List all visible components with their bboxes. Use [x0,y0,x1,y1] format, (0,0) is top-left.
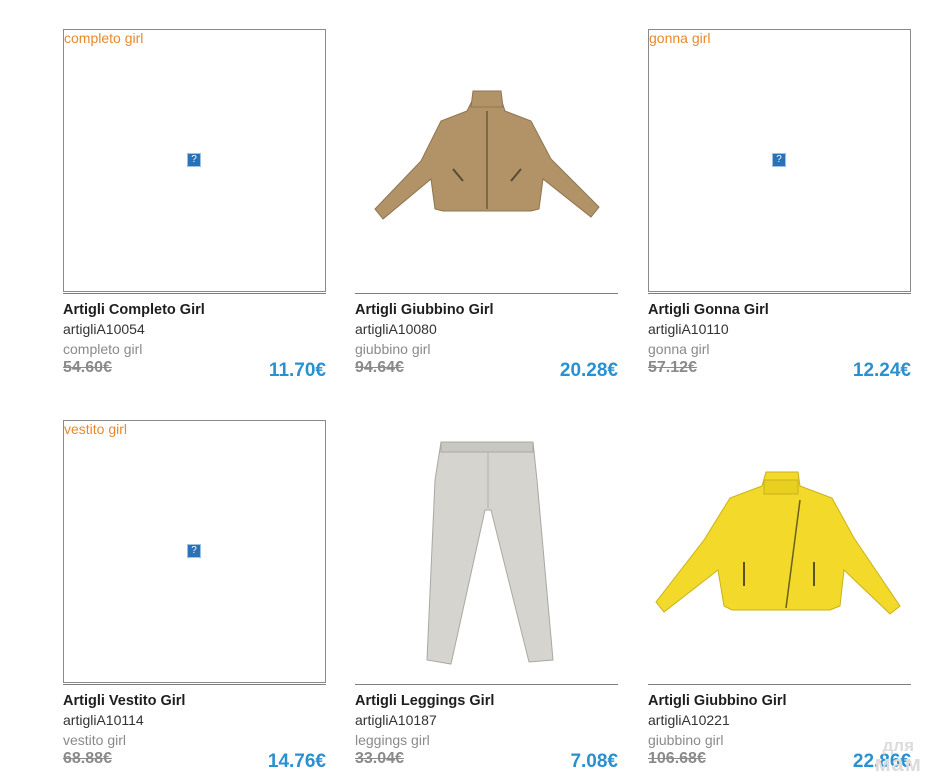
sale-price: 14.76€ [267,751,326,772]
product-title[interactable]: Artigli Giubbino Girl [355,301,618,319]
product-title[interactable]: Artigli Giubbino Girl [648,692,911,710]
product-category: gonna girl [648,341,710,357]
product-category: giubbino girl [648,732,724,748]
product-code: artigliA10114 [63,712,144,728]
image-alt-text: vestito girl [64,421,128,437]
yellow-jacket-image [655,471,901,615]
product-code: artigliA10187 [355,712,437,728]
product-card[interactable]: gonna girl ? Artigli Gonna Girl artigliA… [648,29,911,383]
card-divider [63,684,326,685]
product-code: artigliA10080 [355,321,437,337]
price-row: 68.88€ 14.76€ [63,750,326,774]
product-image[interactable] [355,420,618,683]
price-row: 94.64€ 20.28€ [355,359,618,383]
product-card[interactable]: vestito girl ? Artigli Vestito Girl arti… [63,420,326,774]
product-image-broken[interactable]: vestito girl ? [63,420,326,683]
card-divider [648,293,911,294]
original-price: 54.60€ [63,359,112,376]
product-title[interactable]: Artigli Leggings Girl [355,692,618,710]
product-title[interactable]: Artigli Vestito Girl [63,692,326,710]
product-image-broken[interactable]: gonna girl ? [648,29,911,292]
product-image[interactable] [648,420,911,683]
product-category: giubbino girl [355,341,431,357]
original-price: 106.68€ [648,750,706,767]
beige-jacket-image [374,90,600,220]
broken-image-icon: ? [187,544,201,558]
product-card[interactable]: completo girl ? Artigli Completo Girl ar… [63,29,326,383]
product-code: artigliA10221 [648,712,730,728]
card-divider [355,293,618,294]
watermark-line2: мам [874,751,922,776]
product-card[interactable]: Artigli Giubbino Girl artigliA10221 giub… [648,420,911,774]
product-title[interactable]: Artigli Completo Girl [63,301,326,319]
original-price: 68.88€ [63,750,112,767]
price-row: 54.60€ 11.70€ [63,359,326,383]
sale-price: 20.28€ [559,360,618,381]
card-divider [63,293,326,294]
product-grid: completo girl ? Artigli Completo Girl ar… [63,29,911,783]
sale-price: 11.70€ [268,360,326,381]
product-code: artigliA10054 [63,321,145,337]
original-price: 33.04€ [355,750,404,767]
card-divider [648,684,911,685]
broken-image-icon: ? [187,153,201,167]
sale-price: 12.24€ [852,360,911,381]
original-price: 57.12€ [648,359,697,376]
image-alt-text: gonna girl [649,30,711,46]
product-category: leggings girl [355,732,430,748]
price-row: 33.04€ 7.08€ [355,750,618,774]
sale-price: 7.08€ [570,751,618,772]
original-price: 94.64€ [355,359,404,376]
image-alt-text: completo girl [64,30,144,46]
card-divider [355,684,618,685]
product-category: vestito girl [63,732,127,748]
product-image-broken[interactable]: completo girl ? [63,29,326,292]
price-row: 57.12€ 12.24€ [648,359,911,383]
product-code: artigliA10110 [648,321,729,337]
site-watermark: для мам [874,737,923,776]
silver-leggings-image [426,441,554,665]
product-title[interactable]: Artigli Gonna Girl [648,301,911,319]
price-row: 106.68€ 22.86€ [648,750,911,774]
product-card[interactable]: Artigli Giubbino Girl artigliA10080 giub… [355,29,618,383]
product-image[interactable] [355,29,618,292]
broken-image-icon: ? [772,153,786,167]
product-category: completo girl [63,341,143,357]
product-card[interactable]: Artigli Leggings Girl artigliA10187 legg… [355,420,618,774]
